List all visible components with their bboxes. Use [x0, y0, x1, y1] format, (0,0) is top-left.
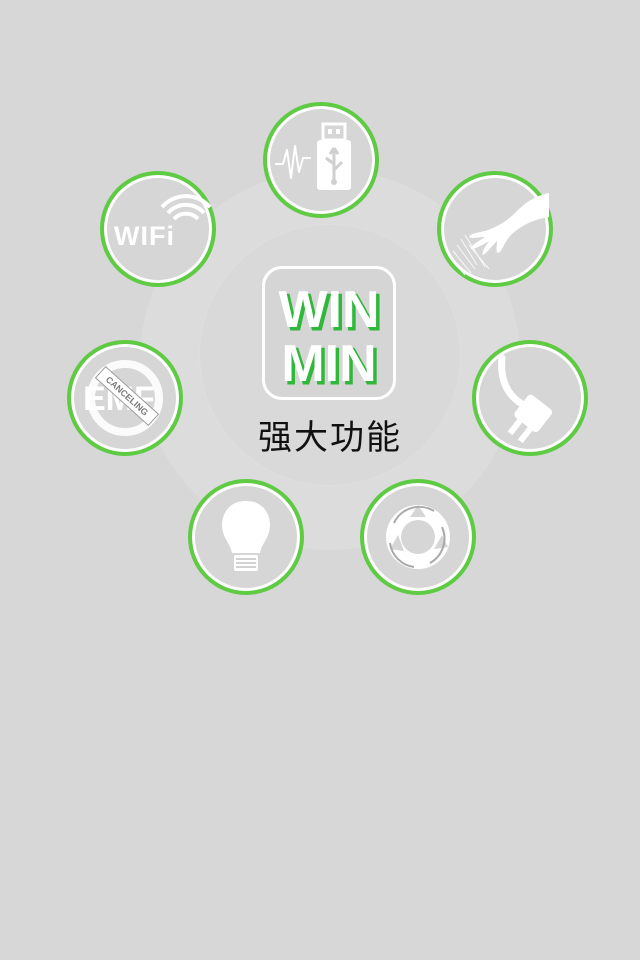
usb-icon [275, 122, 351, 190]
bulb-feature-button[interactable] [188, 479, 304, 595]
recycle-feature-button[interactable] [360, 479, 476, 595]
recycle-icon [386, 505, 450, 569]
logo-line2-face: MIN [281, 335, 376, 393]
power-plug-icon [498, 354, 553, 444]
winmin-logo: WIN WIN MIN MIN [262, 266, 396, 400]
wifi-feature-button[interactable]: WIFi [100, 171, 216, 287]
usb-feature-button[interactable] [263, 102, 379, 218]
hand-feature-button[interactable] [437, 171, 553, 287]
wifi-label: WIFi [114, 221, 175, 251]
logo-line1-face: WIN [278, 281, 379, 339]
plug-feature-button[interactable] [472, 340, 588, 456]
center-caption: 强大功能 [258, 418, 402, 458]
emf-feature-button[interactable]: EMF CANCELING [67, 340, 183, 456]
hand-icon [450, 193, 549, 276]
light-bulb-icon [222, 501, 270, 571]
